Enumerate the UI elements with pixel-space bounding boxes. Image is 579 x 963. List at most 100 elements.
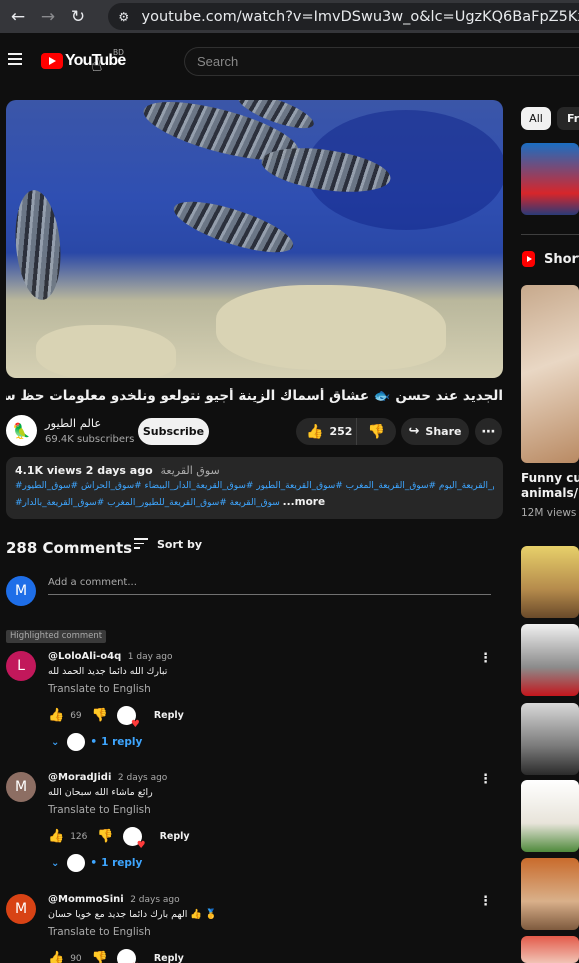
forward-arrow-icon[interactable]: → bbox=[36, 5, 60, 29]
chevron-down-icon: ⌄ bbox=[51, 736, 60, 748]
site-settings-icon[interactable]: ⚙ bbox=[116, 8, 132, 26]
address-bar[interactable]: ⚙ youtube.com/watch?v=ImvDSwu3w_o&lc=Ugz… bbox=[108, 3, 579, 30]
comment-menu-icon[interactable]: ⋮ bbox=[479, 894, 492, 909]
section-divider bbox=[521, 234, 579, 235]
dislike-button[interactable]: 👎 bbox=[357, 424, 396, 440]
thumbs-down-icon[interactable]: 👎 bbox=[92, 708, 108, 723]
creator-heart-icon bbox=[116, 706, 140, 730]
sort-label: Sort by bbox=[157, 538, 203, 552]
short-title-line-1[interactable]: Funny cute bbox=[521, 471, 579, 486]
recommended-thumbnail[interactable] bbox=[521, 143, 579, 215]
recommended-thumbnail[interactable] bbox=[521, 624, 579, 696]
share-label: Share bbox=[425, 425, 462, 438]
shorts-label: Shorts bbox=[544, 251, 579, 267]
translate-link[interactable]: Translate to English bbox=[48, 926, 151, 938]
like-dislike-group: 👍 252 👎 bbox=[296, 418, 396, 445]
like-button[interactable]: 👍 252 bbox=[296, 418, 357, 445]
url-text[interactable]: youtube.com/watch?v=ImvDSwu3w_o&lc=UgzKQ… bbox=[142, 9, 579, 25]
thumbs-up-icon[interactable]: 👍 bbox=[48, 708, 64, 723]
reply-button[interactable]: Reply bbox=[154, 710, 184, 721]
comment-like-count: 69 bbox=[70, 710, 82, 721]
recommended-thumbnail[interactable] bbox=[521, 858, 579, 930]
short-views: 12M views bbox=[521, 507, 577, 519]
search-box[interactable] bbox=[184, 47, 579, 76]
thumbs-down-icon[interactable]: 👎 bbox=[97, 829, 113, 844]
comment-handle[interactable]: @MommoSini bbox=[48, 894, 124, 905]
more-actions-button[interactable]: ⋯ bbox=[475, 418, 502, 445]
comment-text: تبارك الله دائما جديد الحمد لله bbox=[48, 666, 168, 677]
view-replies-button[interactable]: ⌄ • 1 reply bbox=[51, 733, 142, 751]
shorts-icon bbox=[522, 251, 535, 267]
show-more-link[interactable]: ...more bbox=[283, 496, 325, 508]
hashtags-line-2[interactable]: #سوق_القريعة #سوق_القريعة_للطيور_المغرب … bbox=[15, 496, 494, 510]
view-replies-button[interactable]: ⌄ • 1 reply bbox=[51, 854, 142, 872]
comment-item: M @MoradJidi 2 days ago رائع ماشاء الله … bbox=[6, 772, 500, 874]
view-count: 4.1K views bbox=[15, 464, 82, 477]
comment-menu-icon[interactable]: ⋮ bbox=[479, 651, 492, 666]
comment-time[interactable]: 1 day ago bbox=[128, 652, 173, 662]
comments-count: 288 Comments bbox=[6, 539, 133, 557]
hashtags-line-1[interactable]: #سوق_القريعة_اليوم #سوق_القريعة_المغرب #… bbox=[15, 480, 494, 493]
channel-avatar[interactable]: 🦜 bbox=[6, 415, 37, 446]
thumbs-down-icon[interactable]: 👎 bbox=[92, 951, 108, 963]
comment-avatar[interactable]: M bbox=[6, 894, 36, 924]
replies-count: 1 reply bbox=[101, 736, 143, 748]
comment-like-count: 126 bbox=[70, 831, 88, 842]
chevron-down-icon: ⌄ bbox=[51, 857, 60, 869]
user-avatar[interactable]: M bbox=[6, 576, 36, 606]
sort-by-button[interactable]: Sort by bbox=[134, 538, 202, 552]
comment-author[interactable]: @MoradJidi 2 days ago bbox=[48, 772, 167, 783]
chip-all[interactable]: All bbox=[521, 107, 551, 130]
description-box[interactable]: 4.1K views 2 days ago سوق القريعة #سوق_ا… bbox=[6, 457, 503, 519]
rock-image bbox=[36, 325, 176, 378]
sort-icon bbox=[134, 538, 148, 552]
thumbs-down-icon: 👎 bbox=[367, 423, 386, 440]
video-player[interactable] bbox=[6, 100, 503, 378]
subscribe-button[interactable]: Subscribe bbox=[138, 418, 209, 445]
comment-menu-icon[interactable]: ⋮ bbox=[479, 772, 492, 787]
comment-text: الهم بارك دائما جديد مع خويا حسان 👍 🥇 bbox=[48, 909, 218, 920]
add-comment-input[interactable]: Add a comment... bbox=[48, 577, 491, 595]
translate-link[interactable]: Translate to English bbox=[48, 804, 151, 816]
comment-avatar[interactable]: M bbox=[6, 772, 36, 802]
chip-filter[interactable]: Fro bbox=[557, 107, 579, 130]
recommended-thumbnail[interactable] bbox=[521, 703, 579, 775]
short-thumbnail[interactable] bbox=[521, 285, 579, 463]
youtube-play-icon bbox=[41, 53, 63, 69]
thumbs-up-icon: 👍 bbox=[306, 423, 324, 440]
thumbs-up-icon[interactable]: 👍 bbox=[48, 951, 64, 963]
recommended-thumbnail[interactable] bbox=[521, 780, 579, 852]
thumbs-up-icon[interactable]: 👍 bbox=[48, 829, 64, 844]
recommended-thumbnail[interactable] bbox=[521, 546, 579, 618]
recommended-thumbnail[interactable] bbox=[521, 936, 579, 963]
comment-author[interactable]: @LoloAli-o4q 1 day ago bbox=[48, 651, 173, 662]
reply-button[interactable]: Reply bbox=[154, 953, 184, 963]
description-tag: سوق القريعة bbox=[160, 464, 220, 477]
reload-icon[interactable]: ↻ bbox=[66, 5, 90, 29]
comment-handle[interactable]: @LoloAli-o4q bbox=[48, 651, 121, 662]
menu-icon[interactable] bbox=[8, 53, 22, 65]
reply-avatar bbox=[67, 854, 86, 872]
creator-heart-icon bbox=[116, 949, 140, 963]
comment-author[interactable]: @MommoSini 2 days ago bbox=[48, 894, 180, 905]
share-button[interactable]: ↪ Share bbox=[401, 418, 469, 445]
comment-item: M @MommoSini 2 days ago الهم بارك دائما … bbox=[6, 894, 500, 963]
channel-name[interactable]: عالم الطيور bbox=[45, 416, 101, 430]
short-title-line-2[interactable]: animals/Pa bbox=[521, 486, 579, 501]
translate-link[interactable]: Translate to English bbox=[48, 683, 151, 695]
country-code: BD bbox=[113, 48, 124, 57]
comment-handle[interactable]: @MoradJidi bbox=[48, 772, 111, 783]
comment-time[interactable]: 2 days ago bbox=[118, 773, 167, 783]
youtube-header: YouTube BD ☝ bbox=[0, 33, 579, 89]
comment-actions: 👍 126 👎 Reply bbox=[48, 827, 190, 851]
short-title[interactable]: Funny cute animals/Pa bbox=[521, 471, 579, 501]
hashtags-line-2-text[interactable]: #سوق_القريعة #سوق_القريعة_للطيور_المغرب … bbox=[15, 498, 280, 508]
reply-button[interactable]: Reply bbox=[160, 831, 190, 842]
search-input[interactable] bbox=[185, 54, 579, 69]
shorts-header: Shorts bbox=[522, 251, 579, 267]
comment-time[interactable]: 2 days ago bbox=[130, 895, 179, 905]
comment-avatar[interactable]: L bbox=[6, 651, 36, 681]
fish-image bbox=[168, 191, 299, 263]
rock-image bbox=[216, 285, 446, 370]
back-arrow-icon[interactable]: ← bbox=[6, 5, 30, 29]
